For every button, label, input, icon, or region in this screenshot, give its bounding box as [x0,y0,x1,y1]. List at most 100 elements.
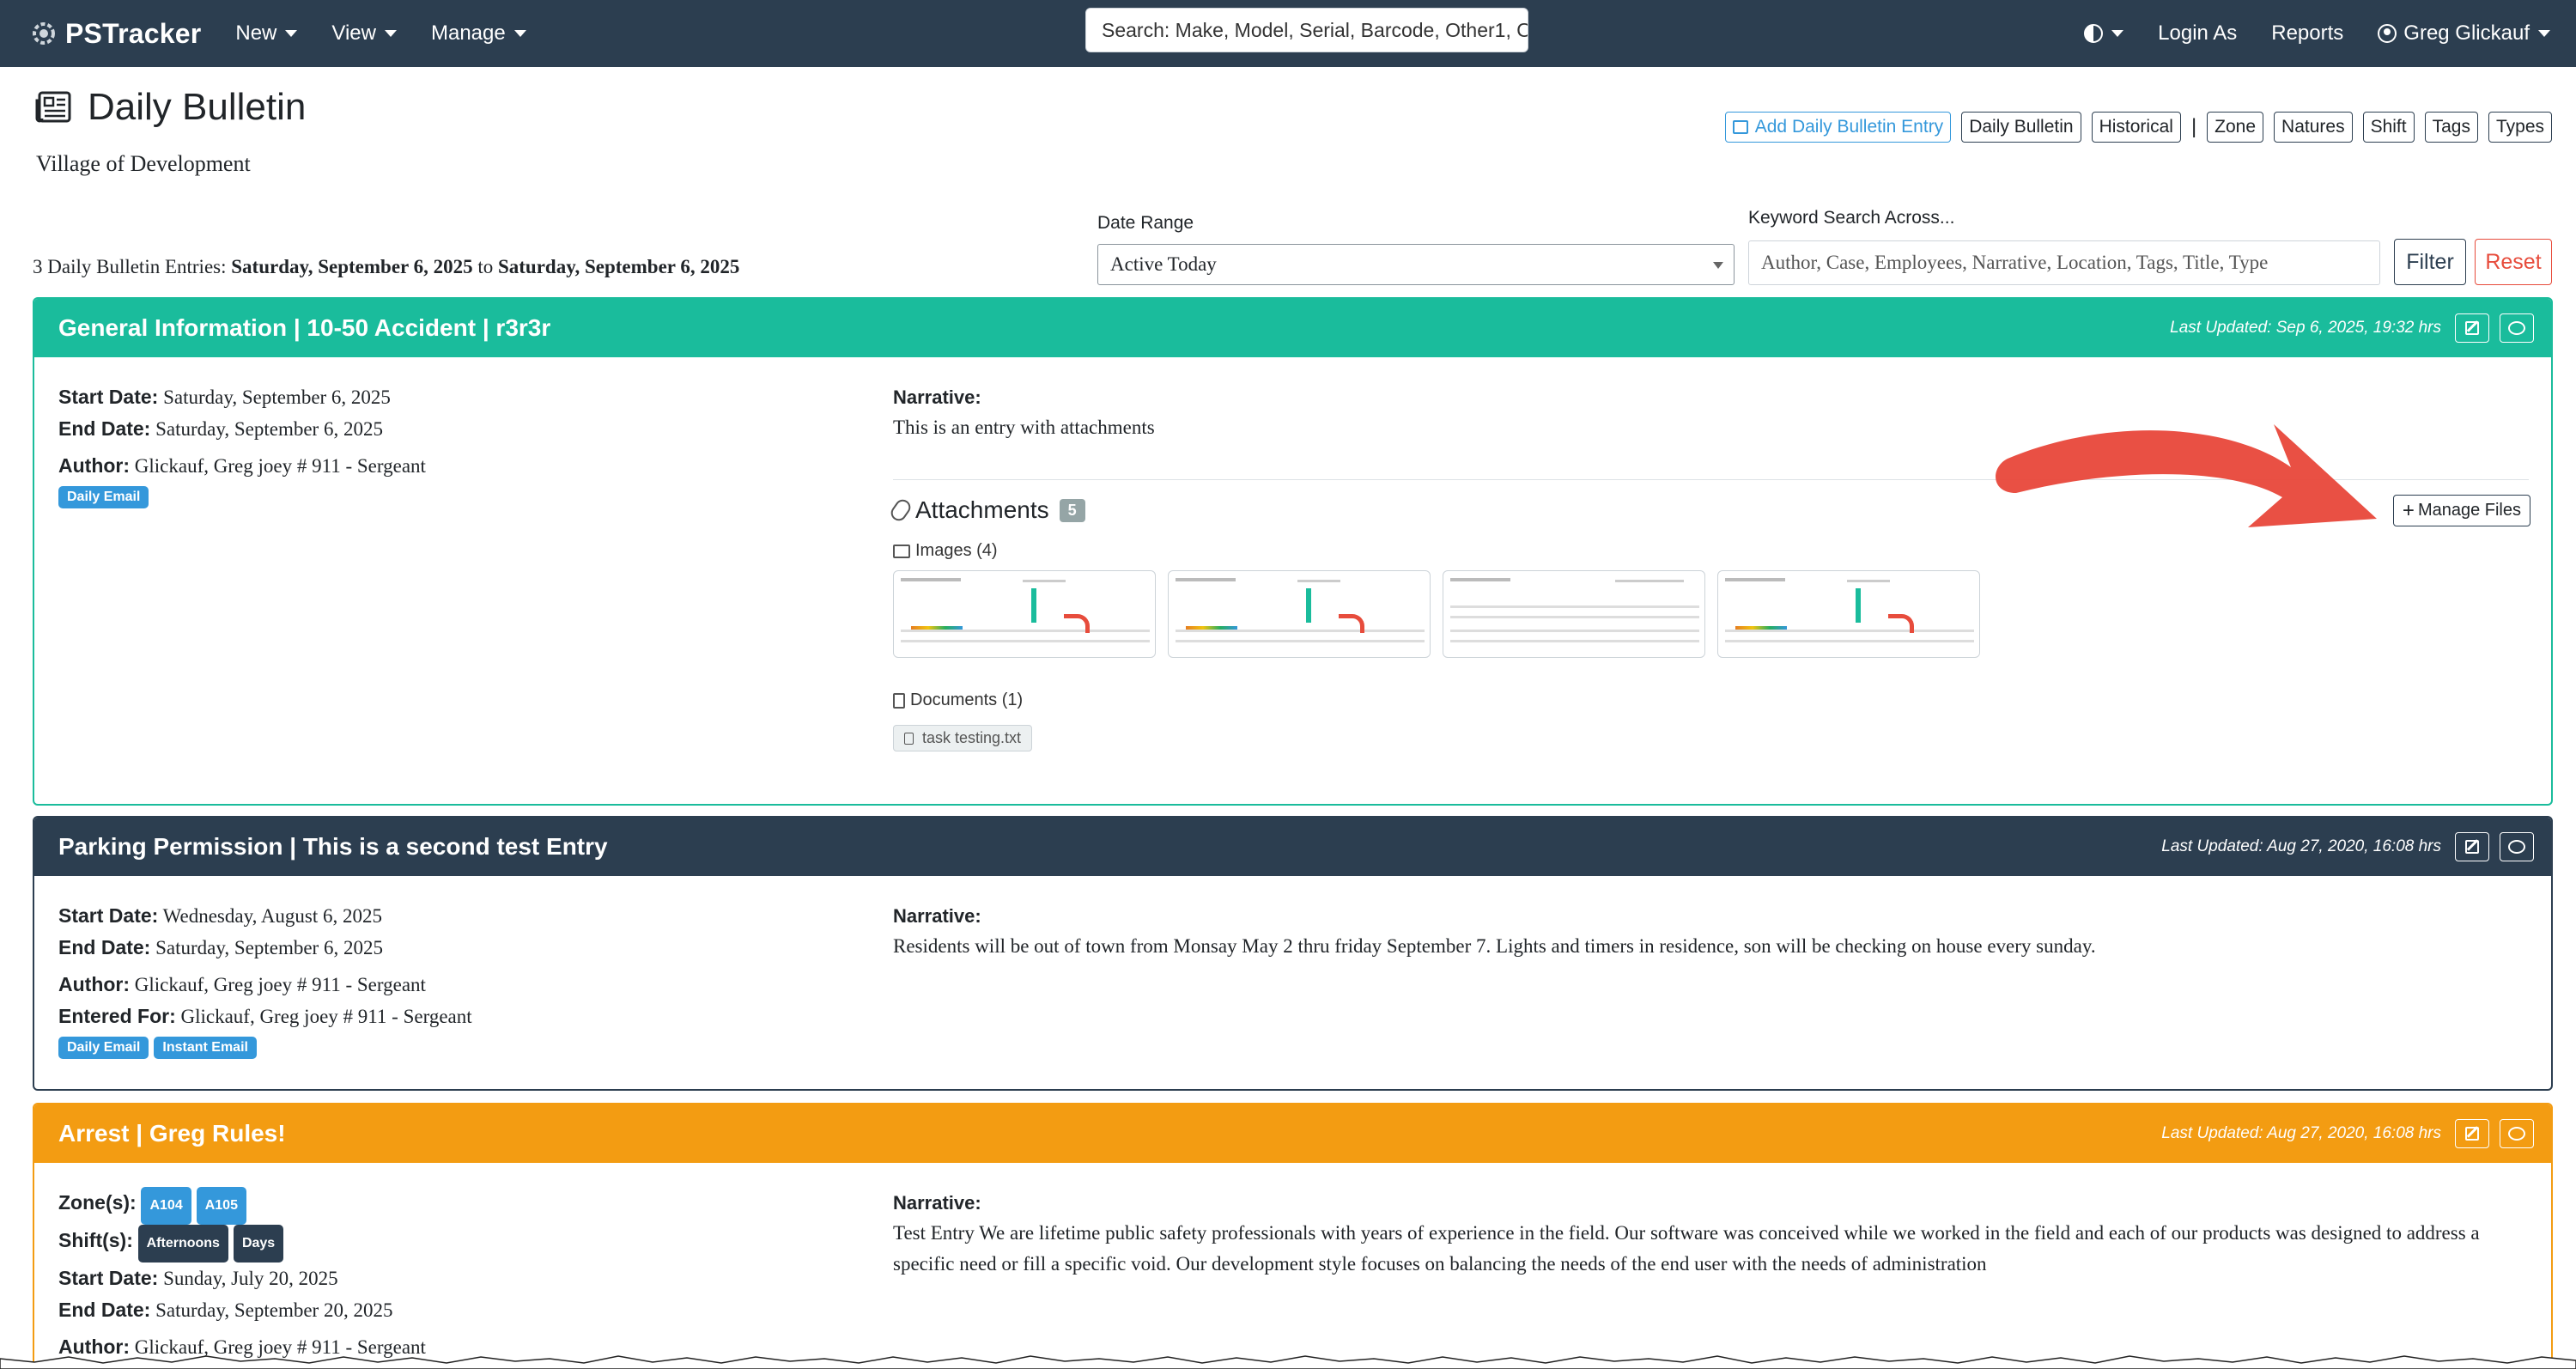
plus-icon: + [2402,498,2415,522]
brand[interactable]: PSTracker [31,18,201,50]
nav-menu-view[interactable]: View [331,21,397,46]
end-date-label: End Date: [58,936,151,958]
entry-details: Start Date: Saturday, September 6, 2025 … [58,381,883,508]
theme-toggle[interactable] [2084,24,2124,43]
daily-email-badge: Daily Email [58,1037,149,1059]
bulletin-entry-card: General Information | 10-50 Accident | r… [33,297,2553,806]
natures-button[interactable]: Natures [2274,112,2353,143]
entries-count-prefix: 3 Daily Bulletin Entries: [33,256,232,277]
date-range-label: Date Range [1097,213,1194,233]
daily-bulletin-button[interactable]: Daily Bulletin [1961,112,2081,143]
image-thumbnail[interactable] [1717,570,1980,658]
nav-menu-manage[interactable]: Manage [431,21,526,46]
entered-for-label: Entered For: [58,1005,176,1027]
user-circle-icon [2378,24,2397,43]
start-date-label: Start Date: [58,386,159,408]
comment-icon [2508,321,2525,335]
documents-label-text: Documents (1) [910,691,1024,709]
page-title: Daily Bulletin [34,86,306,129]
reset-button[interactable]: Reset [2475,239,2552,285]
entry-header: General Information | 10-50 Accident | r… [34,299,2551,357]
document-attachment[interactable]: task testing.txt [893,725,1033,751]
entry-last-updated: Last Updated: Aug 27, 2020, 16:08 hrs [2161,1124,2441,1142]
narrative-text: Test Entry We are lifetime public safety… [893,1222,2480,1275]
image-thumbnail[interactable] [893,570,1156,658]
shifts-label: Shift(s): [58,1229,133,1251]
date-range-select[interactable]: Active Today [1097,244,1735,285]
nav-menu-new[interactable]: New [235,21,298,46]
comment-entry-button[interactable] [2500,1119,2534,1148]
edit-entry-button[interactable] [2455,832,2489,861]
add-entry-icon [1732,120,1748,134]
add-bulletin-entry-button[interactable]: Add Daily Bulletin Entry [1724,112,1952,143]
comment-entry-button[interactable] [2500,313,2534,343]
chevron-down-icon [513,30,526,37]
images-icon [893,544,910,558]
shift-button[interactable]: Shift [2362,112,2415,143]
entry-badges: Daily Email Instant Email [58,1034,883,1059]
newspaper-icon [35,91,71,123]
filter-button[interactable]: Filter [2394,239,2466,285]
entry-title: Arrest | Greg Rules! [58,1120,286,1147]
toolbar-separator: | [2190,115,2197,138]
edit-icon [2465,840,2479,854]
entry-header: Parking Permission | This is a second te… [34,818,2551,876]
start-date-value: Sunday, July 20, 2025 [158,1268,338,1289]
user-name: Greg Glickauf [2403,21,2530,45]
document-name: task testing.txt [922,729,1022,746]
author-label: Author: [58,454,131,477]
shift-badge: Days [233,1225,284,1263]
comment-entry-button[interactable] [2500,832,2534,861]
image-thumbnail[interactable] [1443,570,1705,658]
edit-entry-button[interactable] [2455,313,2489,343]
page-title-text: Daily Bulletin [88,86,307,128]
nav-menu-view-label: View [331,21,376,45]
zones: Zone(s): A104 A105 [58,1187,883,1225]
chevron-down-icon [2538,30,2550,37]
reports-link[interactable]: Reports [2271,21,2343,46]
bulletin-entry-card: Arrest | Greg Rules! Last Updated: Aug 2… [33,1103,2553,1369]
types-button[interactable]: Types [2488,112,2552,143]
author: Author: Glickauf, Greg joey # 911 - Serg… [58,969,883,1001]
keyword-search-input[interactable]: Author, Case, Employees, Narrative, Loca… [1748,240,2380,285]
image-thumbnails [893,570,1992,658]
entry-details: Zone(s): A104 A105 Shift(s): Afternoons Da… [58,1187,883,1363]
tags-button[interactable]: Tags [2424,112,2478,143]
attachments-count-badge: 5 [1059,498,1085,522]
keyword-search-label: Keyword Search Across... [1748,208,1955,228]
historical-button[interactable]: Historical [2091,112,2181,143]
shift-badge: Afternoons [137,1225,228,1263]
image-thumbnail[interactable] [1168,570,1431,658]
global-search-input[interactable]: Search: Make, Model, Serial, Barcode, Ot… [1085,8,1528,52]
user-menu[interactable]: Greg Glickauf [2378,21,2550,46]
edit-icon [2465,1127,2479,1141]
top-navbar: PSTracker New View Manage Search: Make, … [0,0,2576,67]
comment-icon [2508,840,2525,854]
start-date-value: Wednesday, August 6, 2025 [158,905,383,927]
edit-icon [2465,321,2479,335]
images-label: Images (4) [893,541,998,561]
comment-icon [2508,1127,2525,1141]
login-as-link[interactable]: Login As [2158,21,2237,46]
zone-badge: A104 [141,1187,191,1225]
end-date: End Date: Saturday, September 20, 2025 [58,1294,883,1326]
end-date-value: Saturday, September 6, 2025 [150,937,383,958]
file-text-icon [904,732,914,745]
brand-name: PSTracker [65,17,202,49]
entries-count: 3 Daily Bulletin Entries: Saturday, Sept… [33,256,739,278]
manage-files-button[interactable]: + Manage Files [2392,495,2530,526]
entries-count-start: Saturday, September 6, 2025 [231,256,473,277]
entered-for-value: Glickauf, Greg joey # 911 - Sergeant [175,1006,472,1027]
shifts: Shift(s): Afternoons Days [58,1225,883,1263]
entries-count-end: Saturday, September 6, 2025 [497,256,740,277]
start-date: Start Date: Sunday, July 20, 2025 [58,1263,883,1294]
bulletin-toolbar: Add Daily Bulletin Entry Daily Bulletin … [1715,112,2552,143]
entry-body: Zone(s): A104 A105 Shift(s): Afternoons Da… [34,1163,2551,1369]
narrative-text: Residents will be out of town from Monsa… [893,935,2096,957]
chevron-down-icon [1713,262,1723,269]
zone-button[interactable]: Zone [2207,112,2264,143]
author-label: Author: [58,973,131,995]
end-date-label: End Date: [58,1299,151,1321]
date-range-value: Active Today [1110,253,1217,275]
edit-entry-button[interactable] [2455,1119,2489,1148]
